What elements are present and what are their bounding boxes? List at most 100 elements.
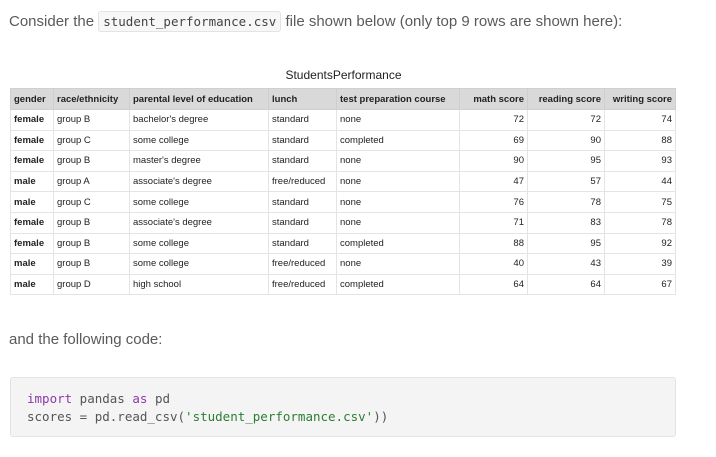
csv-preview-table: StudentsPerformance gender race/ethnicity…	[10, 63, 677, 299]
table-cell: none	[336, 109, 460, 131]
table-cell: female	[10, 109, 54, 131]
code-text: pd	[147, 391, 171, 406]
code-keyword: as	[132, 391, 148, 406]
table-cell: standard	[268, 109, 337, 131]
table-row: male group Aassociate's degree free/reduce…	[10, 170, 676, 193]
code-keyword: import	[27, 391, 73, 406]
table-cell: 64	[527, 273, 605, 296]
code-line-2: scores = pd.read_csv('student_performanc…	[27, 408, 659, 426]
table-cell: female	[10, 150, 54, 172]
column-header: math score	[459, 88, 528, 110]
table-cell: completed	[336, 273, 460, 296]
table-cell: group C	[53, 191, 130, 213]
table-cell: 95	[527, 232, 605, 255]
code-text: pandas	[72, 391, 133, 406]
table-cell: female	[10, 211, 54, 234]
table-row: female group Bassociate's degree standard n…	[10, 211, 676, 234]
table-row: male group Csome college standard none 76 78 7…	[10, 191, 676, 213]
table-cell: 88	[604, 129, 676, 152]
filename-code: student_performance.csv	[98, 11, 282, 32]
table-cell: group C	[53, 129, 130, 152]
column-header: writing score	[604, 88, 676, 110]
table-cell: standard	[268, 232, 337, 255]
table-cell: some college	[129, 232, 269, 255]
table-cell: group B	[53, 211, 130, 234]
table-cell: none	[336, 253, 460, 275]
table-cell: group B	[53, 150, 130, 172]
table-title: StudentsPerformance	[10, 63, 677, 88]
table-cell: 74	[604, 109, 676, 131]
table-body: female group Bbachelor's degree standard no…	[10, 109, 676, 296]
table-cell: 44	[604, 170, 676, 193]
table-cell: 69	[459, 129, 528, 152]
table-row: male group Bsome college free/reduced none 4…	[10, 253, 676, 275]
table-cell: group B	[53, 109, 130, 131]
table-cell: some college	[129, 129, 269, 152]
table-cell: female	[10, 232, 54, 255]
table-cell: free/reduced	[268, 170, 337, 193]
code-line-1: import pandas as pd	[27, 390, 659, 408]
table-cell: completed	[336, 129, 460, 152]
follow-text: and the following code:	[9, 331, 163, 348]
code-string: 'student_performance.csv'	[185, 409, 374, 424]
table-cell: 72	[527, 109, 605, 131]
table-cell: standard	[268, 191, 337, 213]
code-text: scores = pd.read_csv(	[27, 409, 186, 424]
table-cell: 75	[604, 191, 676, 213]
table-row: female group Bmaster's degree standard none…	[10, 150, 676, 172]
table-cell: 90	[459, 150, 528, 172]
table-cell: completed	[336, 232, 460, 255]
data-table: gender race/ethnicity parental level of ed…	[10, 88, 676, 296]
table-row: female group Csome college standard complet…	[10, 129, 676, 152]
table-row: female group Bbachelor's degree standard no…	[10, 109, 676, 131]
table-cell: none	[336, 150, 460, 172]
table-cell: standard	[268, 150, 337, 172]
intro-text-before: Consider the	[9, 13, 99, 30]
table-row: female group Bsome college standard complet…	[10, 232, 676, 255]
table-cell: group B	[53, 253, 130, 275]
table-cell: high school	[129, 273, 269, 296]
table-cell: 78	[604, 211, 676, 234]
table-cell: none	[336, 191, 460, 213]
table-cell: male	[10, 191, 54, 213]
question-intro: Consider the student_performance.csv fil…	[9, 11, 623, 32]
table-row: male group Dhigh school free/reduced comple…	[10, 273, 676, 296]
table-cell: free/reduced	[268, 253, 337, 275]
table-cell: female	[10, 129, 54, 152]
table-cell: some college	[129, 253, 269, 275]
table-cell: 72	[459, 109, 528, 131]
table-cell: none	[336, 170, 460, 193]
table-cell: 93	[604, 150, 676, 172]
table-cell: 76	[459, 191, 528, 213]
table-cell: group A	[53, 170, 130, 193]
table-cell: some college	[129, 191, 269, 213]
table-cell: 39	[604, 253, 676, 275]
table-cell: 40	[459, 253, 528, 275]
table-cell: 64	[459, 273, 528, 296]
table-cell: none	[336, 211, 460, 234]
table-cell: 78	[527, 191, 605, 213]
table-cell: standard	[268, 211, 337, 234]
column-header: reading score	[527, 88, 605, 110]
table-cell: 92	[604, 232, 676, 255]
column-header: test preparation course	[336, 88, 460, 110]
column-header: lunch	[268, 88, 337, 110]
table-cell: associate's degree	[129, 170, 269, 193]
table-cell: master's degree	[129, 150, 269, 172]
table-cell: 71	[459, 211, 528, 234]
table-cell: 90	[527, 129, 605, 152]
column-header: race/ethnicity	[53, 88, 130, 110]
table-cell: group B	[53, 232, 130, 255]
table-cell: group D	[53, 273, 130, 296]
table-cell: bachelor's degree	[129, 109, 269, 131]
table-cell: male	[10, 170, 54, 193]
table-cell: male	[10, 253, 54, 275]
code-block: import pandas as pd scores = pd.read_csv…	[10, 377, 676, 437]
intro-text-after: file shown below (only top 9 rows are sh…	[281, 13, 623, 30]
table-cell: free/reduced	[268, 273, 337, 296]
table-cell: 95	[527, 150, 605, 172]
table-cell: 57	[527, 170, 605, 193]
column-header: gender	[10, 88, 54, 110]
table-cell: 43	[527, 253, 605, 275]
code-text: ))	[373, 409, 389, 424]
